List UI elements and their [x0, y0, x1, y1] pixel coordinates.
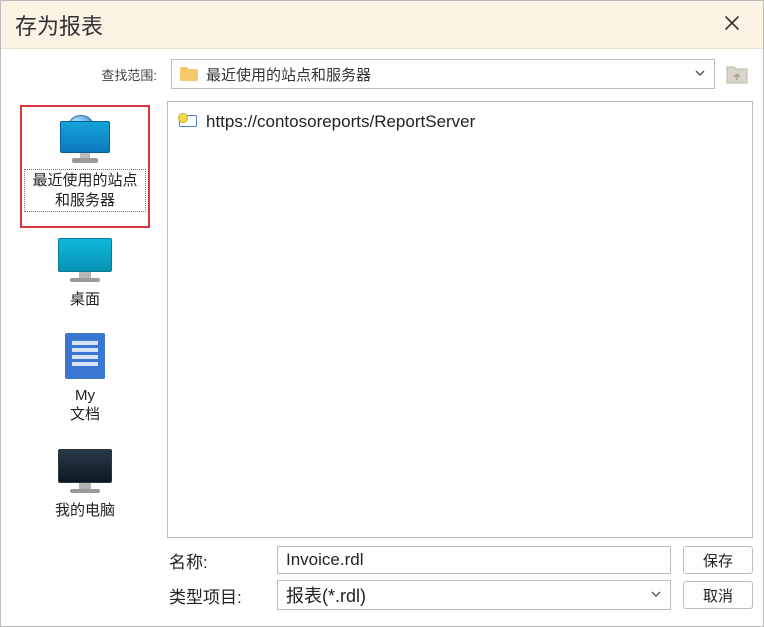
monitor-icon — [22, 234, 148, 286]
lookin-row: 查找范围: 最近使用的站点和服务器 — [1, 49, 763, 95]
name-label: 名称: — [169, 548, 265, 573]
type-label: 类型项目: — [169, 583, 265, 608]
place-recent-sites-servers[interactable]: 最近使用的站点和服务器 — [20, 105, 150, 228]
document-icon — [22, 330, 148, 382]
place-mydocs-line1: My — [75, 387, 95, 404]
server-icon — [178, 113, 198, 131]
close-icon[interactable] — [715, 8, 749, 42]
lookin-selected-text: 最近使用的站点和服务器 — [206, 64, 694, 85]
place-desktop[interactable]: 桌面 — [20, 228, 150, 324]
place-mycomputer-label: 我的电脑 — [55, 501, 115, 521]
folder-icon — [180, 67, 198, 81]
lookin-dropdown[interactable]: 最近使用的站点和服务器 — [171, 59, 715, 89]
save-button[interactable]: 保存 — [683, 546, 753, 574]
file-list-item[interactable]: https://contosoreports/ReportServer — [178, 110, 742, 134]
body-area: 最近使用的站点和服务器 桌面 My 文档 — [1, 95, 763, 626]
bottom-form: 名称: 保存 类型项目: 报表(*.rdl) 取消 — [167, 546, 753, 616]
place-my-documents[interactable]: My 文档 — [20, 324, 150, 439]
file-item-text: https://contosoreports/ReportServer — [206, 112, 475, 132]
places-bar: 最近使用的站点和服务器 桌面 My 文档 — [11, 101, 159, 616]
type-row: 类型项目: 报表(*.rdl) 取消 — [169, 580, 753, 610]
chevron-down-icon — [650, 588, 662, 603]
computer-icon — [22, 445, 148, 497]
place-recent-label: 最近使用的站点和服务器 — [24, 169, 146, 212]
type-dropdown[interactable]: 报表(*.rdl) — [277, 580, 671, 610]
titlebar: 存为报表 — [1, 1, 763, 49]
chevron-down-icon — [694, 67, 706, 82]
cancel-button[interactable]: 取消 — [683, 581, 753, 609]
lookin-label: 查找范围: — [13, 65, 163, 84]
name-row: 名称: 保存 — [169, 546, 753, 574]
place-mydocs-label: My 文档 — [70, 386, 100, 425]
place-desktop-label: 桌面 — [70, 290, 100, 310]
file-list[interactable]: https://contosoreports/ReportServer — [167, 101, 753, 538]
place-my-computer[interactable]: 我的电脑 — [20, 439, 150, 535]
name-input[interactable] — [277, 546, 671, 574]
up-one-level-button[interactable] — [723, 60, 751, 88]
globe-monitor-icon — [24, 113, 146, 165]
type-selected-text: 报表(*.rdl) — [286, 582, 650, 608]
save-as-report-dialog: 存为报表 查找范围: 最近使用的站点和服务器 — [0, 0, 764, 627]
place-mydocs-line2: 文档 — [70, 406, 100, 423]
dialog-title: 存为报表 — [15, 9, 715, 41]
right-column: https://contosoreports/ReportServer 名称: … — [167, 101, 753, 616]
